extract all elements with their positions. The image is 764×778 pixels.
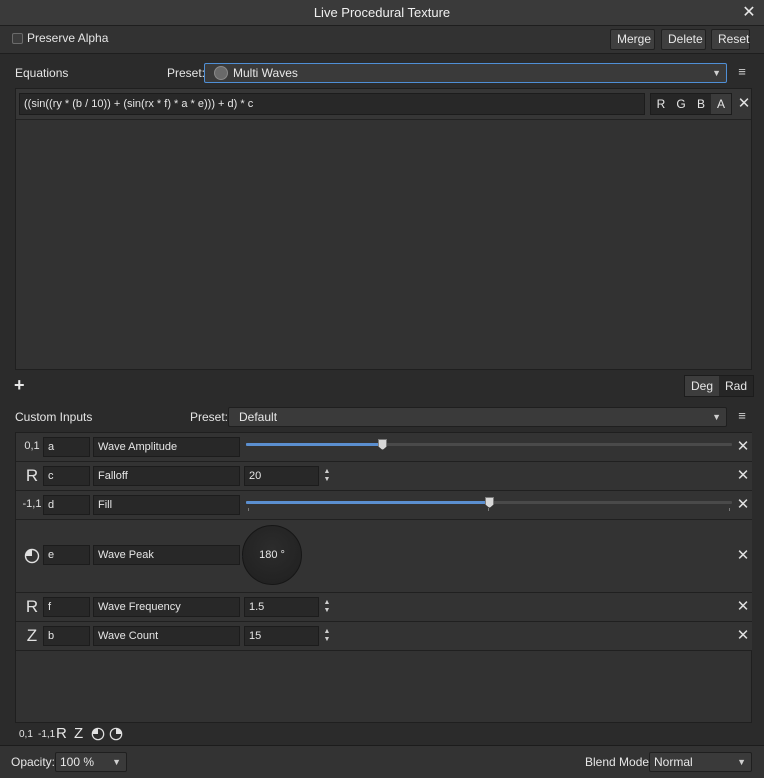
stepper-arrows-icon[interactable]: ▲ ▼ [322, 466, 332, 486]
range-neg1-1-type-icon: -1,1 [22, 498, 42, 510]
input-label-field[interactable]: Wave Amplitude [93, 437, 240, 457]
integer-type-icon: Z [26, 626, 38, 645]
blend-mode-label: Blend Mode: [585, 755, 653, 769]
slider-fill [246, 501, 489, 504]
opacity-value: 100 % [60, 755, 95, 769]
remove-input-icon[interactable]: ✕ [736, 599, 750, 615]
custom-inputs-label: Custom Inputs [15, 410, 93, 424]
preserve-alpha-label: Preserve Alpha [27, 31, 109, 45]
channel-g-toggle[interactable]: G [671, 94, 691, 114]
equations-label: Equations [15, 66, 69, 80]
slider-tick [729, 508, 730, 511]
variable-name-input[interactable]: d [43, 495, 90, 515]
range-0-1-type-icon: 0,1 [24, 440, 40, 452]
slider-thumb[interactable] [485, 497, 494, 508]
wave-count-value-input[interactable]: 15 [244, 626, 319, 646]
opacity-dropdown[interactable]: 100 % ▼ [55, 752, 127, 772]
add-integer-input-button[interactable]: Z [74, 725, 83, 742]
real-type-icon: R [25, 597, 39, 616]
channel-selector: RGBA [650, 93, 732, 115]
reset-button[interactable]: Reset [711, 29, 750, 50]
wave-frequency-value-input[interactable]: 1.5 [244, 597, 319, 617]
stepper-arrows-icon[interactable]: ▲ ▼ [322, 626, 332, 646]
add-position-input-icon[interactable] [109, 727, 123, 741]
add-range-neg1-1-input-button[interactable]: -1,1 [38, 729, 55, 740]
chevron-down-icon: ▼ [712, 412, 721, 422]
angle-type-icon [24, 548, 40, 564]
close-window-icon[interactable]: ✕ [740, 0, 758, 26]
input-label-field[interactable]: Wave Frequency [93, 597, 240, 617]
merge-button[interactable]: Merge [610, 29, 655, 50]
custom-inputs-menu-icon[interactable]: ≡ [733, 407, 751, 427]
chevron-down-icon: ▼ [737, 757, 746, 767]
slider-thumb[interactable] [378, 439, 388, 450]
equation-expression-input[interactable]: ((sin((ry * (b / 10)) + (sin(rx * f) * a… [19, 93, 645, 115]
real-type-icon: R [25, 466, 39, 485]
user-preset-icon [214, 66, 228, 80]
custom-inputs-preset-value: Default [239, 410, 278, 424]
slider-tick [488, 508, 489, 511]
equations-preset-value: Multi Waves [233, 66, 298, 80]
stepper-arrows-icon[interactable]: ▲ ▼ [322, 597, 332, 617]
channel-b-toggle[interactable]: B [691, 94, 711, 114]
custom-inputs-preset-label: Preset: [190, 410, 229, 424]
blend-mode-dropdown[interactable]: Normal ▼ [649, 752, 752, 772]
add-real-input-button[interactable]: R [56, 725, 67, 742]
remove-equation-icon[interactable]: ✕ [737, 96, 751, 112]
channel-a-toggle[interactable]: A [711, 94, 731, 114]
window-title: Live Procedural Texture [313, 5, 451, 20]
custom-inputs-preset-dropdown[interactable]: Default ▼ [228, 407, 727, 427]
fill-slider[interactable] [246, 497, 732, 515]
variable-name-input[interactable]: f [43, 597, 90, 617]
equations-panel [15, 88, 752, 370]
remove-input-icon[interactable]: ✕ [736, 468, 750, 484]
add-range-0-1-input-button[interactable]: 0,1 [19, 729, 33, 740]
variable-name-input[interactable]: b [43, 626, 90, 646]
wave-amplitude-slider[interactable] [246, 439, 732, 455]
blend-mode-value: Normal [654, 755, 693, 769]
add-equation-button[interactable]: + [14, 375, 25, 396]
remove-input-icon[interactable]: ✕ [736, 439, 750, 455]
preserve-alpha-checkbox[interactable] [12, 33, 23, 44]
falloff-value-input[interactable]: 20 [244, 466, 319, 486]
title-bar: Live Procedural Texture [0, 0, 764, 26]
equations-preset-dropdown[interactable]: Multi Waves ▼ [204, 63, 727, 83]
variable-name-input[interactable]: c [43, 466, 90, 486]
variable-name-input[interactable]: e [43, 545, 90, 565]
channel-r-toggle[interactable]: R [651, 94, 671, 114]
chevron-down-icon: ▼ [712, 68, 721, 78]
wave-peak-angle-dial[interactable]: 180 ° [242, 525, 302, 585]
slider-tick [248, 508, 249, 511]
angle-unit-selector: Deg Rad [684, 375, 754, 397]
delete-button[interactable]: Delete [661, 29, 706, 50]
chevron-down-icon: ▼ [112, 757, 121, 767]
input-label-field[interactable]: Wave Peak [93, 545, 240, 565]
input-label-field[interactable]: Falloff [93, 466, 240, 486]
remove-input-icon[interactable]: ✕ [736, 628, 750, 644]
equations-preset-label: Preset: [167, 66, 206, 80]
remove-input-icon[interactable]: ✕ [736, 548, 750, 564]
opacity-label: Opacity: [11, 755, 56, 769]
remove-input-icon[interactable]: ✕ [736, 497, 750, 513]
deg-toggle[interactable]: Deg [685, 376, 719, 396]
slider-fill [246, 443, 383, 446]
equations-menu-icon[interactable]: ≡ [733, 63, 751, 83]
add-angle-input-icon[interactable] [91, 727, 105, 741]
angle-value: 180 ° [259, 549, 285, 561]
variable-name-input[interactable]: a [43, 437, 90, 457]
rad-toggle[interactable]: Rad [719, 376, 753, 396]
input-label-field[interactable]: Wave Count [93, 626, 240, 646]
input-label-field[interactable]: Fill [93, 495, 240, 515]
